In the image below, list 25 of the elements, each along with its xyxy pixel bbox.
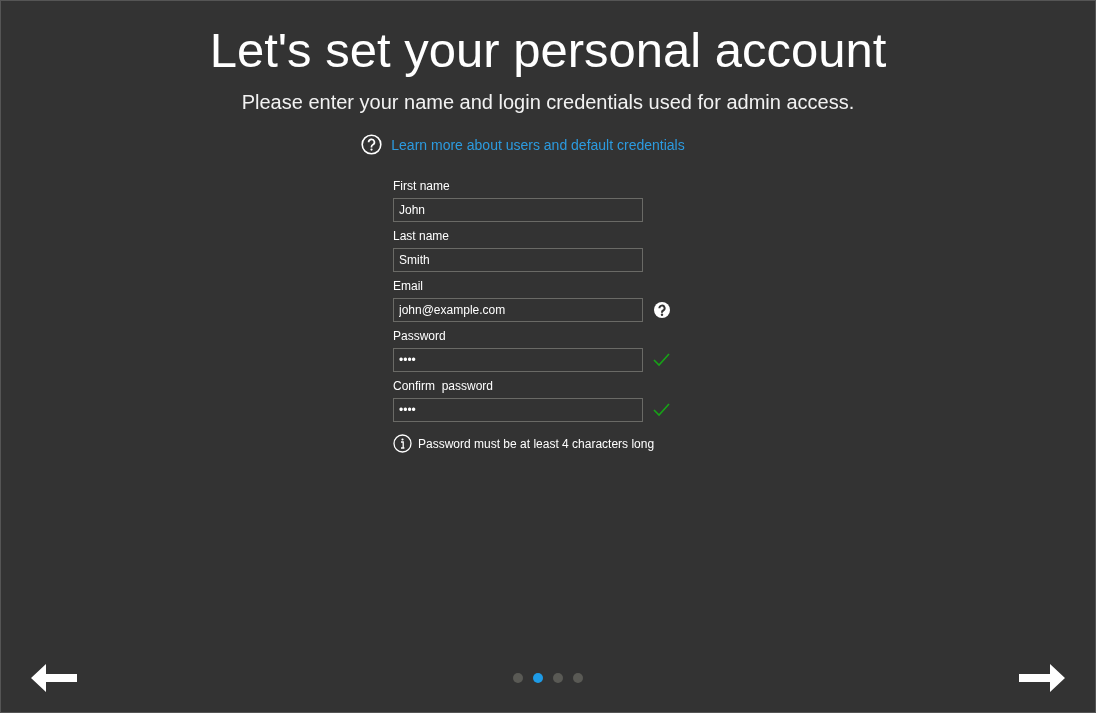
checkmark-icon xyxy=(653,403,670,417)
next-button[interactable] xyxy=(1019,664,1065,692)
page-dot[interactable] xyxy=(533,673,543,683)
field-label: Confirm password xyxy=(393,379,495,393)
input-field[interactable]: •••• xyxy=(393,348,643,372)
input-field[interactable]: John xyxy=(393,198,643,222)
input-field[interactable]: Smith xyxy=(393,248,643,272)
field-label: Email xyxy=(393,279,424,293)
input-field[interactable]: •••• xyxy=(393,398,643,422)
info-icon xyxy=(393,434,412,453)
field-label: First name xyxy=(393,179,451,193)
page-dot[interactable] xyxy=(553,673,563,683)
page-title: Let's set your personal account xyxy=(209,22,887,79)
learn-more-link[interactable]: Learn more about users and default credentials xyxy=(391,136,685,153)
input-field[interactable]: john@example.com xyxy=(393,298,643,322)
password-hint: Password must be at least 4 characters long xyxy=(418,436,655,451)
checkmark-icon xyxy=(653,353,670,367)
page-dot[interactable] xyxy=(573,673,583,683)
back-button[interactable] xyxy=(31,664,77,692)
help-icon[interactable] xyxy=(653,301,671,319)
field-label: Password xyxy=(393,329,447,343)
page-dot[interactable] xyxy=(513,673,523,683)
field-label: Last name xyxy=(393,229,451,243)
help-icon[interactable] xyxy=(361,134,383,155)
page-subtitle: Please enter your name and login credentials used for admin access. xyxy=(241,90,855,115)
